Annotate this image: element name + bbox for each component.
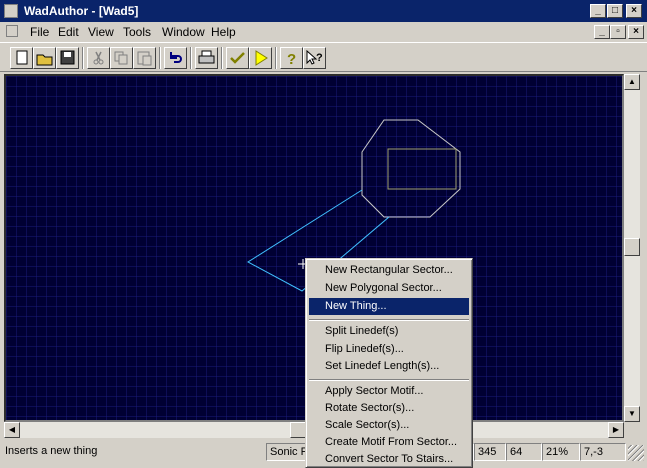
paste-button[interactable] bbox=[133, 47, 156, 69]
question-mark-icon: ? bbox=[287, 51, 296, 68]
menu-new-rectangular-sector[interactable]: New Rectangular Sector... bbox=[309, 262, 469, 279]
menu-file[interactable]: File bbox=[30, 25, 49, 39]
menu-rotate-sectors[interactable]: Rotate Sector(s)... bbox=[309, 400, 469, 417]
undo-button[interactable] bbox=[164, 47, 187, 69]
title-bar: WadAuthor - [Wad5] _ □ × bbox=[0, 0, 647, 22]
menu-new-thing[interactable]: New Thing... bbox=[309, 298, 469, 315]
menu-bar: File Edit View Tools Window Help _ ▫ × bbox=[0, 22, 647, 42]
toolbar-separator bbox=[275, 47, 277, 69]
toolbar: ? ? bbox=[0, 42, 647, 72]
print-button[interactable] bbox=[195, 47, 218, 69]
menu-set-linedef-lengths[interactable]: Set Linedef Length(s)... bbox=[309, 358, 469, 375]
copy-icon bbox=[114, 51, 128, 65]
status-coords: 7,-3 bbox=[580, 443, 626, 461]
menu-create-motif-from-sector[interactable]: Create Motif From Sector... bbox=[309, 434, 469, 451]
vertical-scroll-thumb[interactable] bbox=[624, 238, 640, 256]
save-icon bbox=[60, 50, 75, 65]
mdi-restore-button[interactable]: ▫ bbox=[610, 25, 626, 39]
menu-tools[interactable]: Tools bbox=[123, 25, 151, 39]
paste-icon bbox=[137, 51, 152, 66]
menu-view[interactable]: View bbox=[88, 25, 114, 39]
status-grid-size: 64 bbox=[506, 443, 542, 461]
checkmark-icon bbox=[230, 52, 245, 64]
open-button[interactable] bbox=[33, 47, 56, 69]
toolbar-separator bbox=[190, 47, 192, 69]
toolbar-separator bbox=[159, 47, 161, 69]
help-button[interactable]: ? bbox=[280, 47, 303, 69]
status-count: 345 bbox=[474, 443, 506, 461]
status-zoom: 21% bbox=[542, 443, 580, 461]
menu-new-polygonal-sector[interactable]: New Polygonal Sector... bbox=[309, 280, 469, 297]
new-icon bbox=[16, 50, 28, 65]
scroll-left-button[interactable]: ◀ bbox=[4, 422, 20, 438]
menu-window[interactable]: Window bbox=[162, 25, 205, 39]
minimize-button[interactable]: _ bbox=[590, 4, 606, 18]
window-title: WadAuthor - [Wad5] bbox=[24, 4, 139, 18]
open-folder-icon bbox=[36, 54, 53, 66]
menu-scale-sectors[interactable]: Scale Sector(s)... bbox=[309, 417, 469, 434]
toolbar-separator bbox=[82, 47, 84, 69]
menu-separator bbox=[309, 379, 469, 381]
scroll-up-button[interactable]: ▲ bbox=[624, 74, 640, 90]
menu-flip-linedefs[interactable]: Flip Linedef(s)... bbox=[309, 341, 469, 358]
play-icon bbox=[255, 50, 268, 66]
status-message: Inserts a new thing bbox=[5, 445, 98, 457]
menu-apply-sector-motif[interactable]: Apply Sector Motif... bbox=[309, 383, 469, 400]
menu-edit[interactable]: Edit bbox=[58, 25, 79, 39]
scissors-icon bbox=[93, 51, 104, 65]
resize-grip[interactable] bbox=[628, 445, 644, 461]
menu-separator bbox=[309, 319, 469, 321]
undo-icon bbox=[170, 52, 182, 63]
scroll-down-button[interactable]: ▼ bbox=[624, 406, 640, 422]
context-menu: New Rectangular Sector... New Polygonal … bbox=[305, 258, 473, 468]
save-button[interactable] bbox=[56, 47, 79, 69]
document-icon[interactable] bbox=[6, 25, 18, 37]
svg-text:?: ? bbox=[287, 51, 296, 68]
pointer-question-icon: ? bbox=[306, 49, 323, 65]
menu-split-linedefs[interactable]: Split Linedef(s) bbox=[309, 323, 469, 340]
run-button[interactable] bbox=[249, 47, 272, 69]
close-button[interactable]: × bbox=[626, 4, 642, 18]
app-icon[interactable] bbox=[4, 4, 18, 18]
check-button[interactable] bbox=[226, 47, 249, 69]
mdi-minimize-button[interactable]: _ bbox=[594, 25, 610, 39]
copy-button[interactable] bbox=[110, 47, 133, 69]
new-button[interactable] bbox=[10, 47, 33, 69]
svg-text:?: ? bbox=[316, 52, 323, 64]
menu-convert-sector-to-stairs[interactable]: Convert Sector To Stairs... bbox=[309, 451, 469, 468]
toolbar-separator bbox=[221, 47, 223, 69]
maximize-button[interactable]: □ bbox=[607, 4, 623, 18]
cut-button[interactable] bbox=[87, 47, 110, 69]
scroll-right-button[interactable]: ▶ bbox=[608, 422, 624, 438]
menu-help[interactable]: Help bbox=[211, 25, 236, 39]
context-help-button[interactable]: ? bbox=[303, 47, 326, 69]
vertical-scrollbar[interactable]: ▲ ▼ bbox=[624, 74, 640, 422]
mdi-close-button[interactable]: × bbox=[628, 25, 644, 39]
printer-icon bbox=[198, 50, 215, 64]
